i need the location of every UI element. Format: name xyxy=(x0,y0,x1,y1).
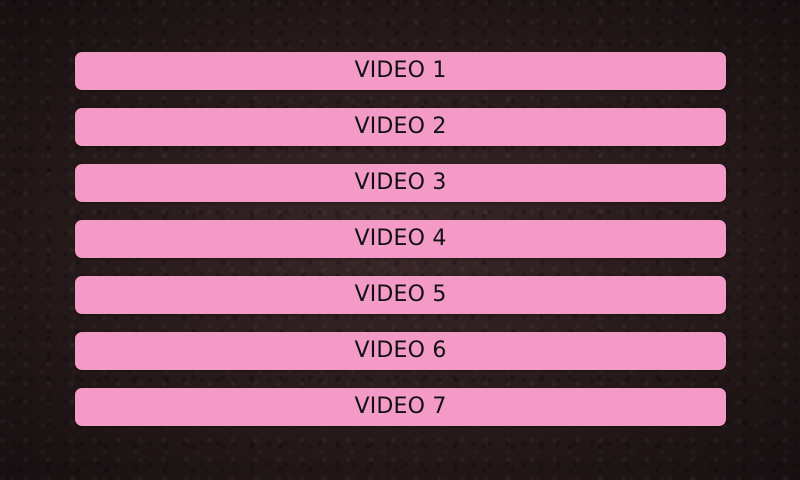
video-6-button[interactable]: VIDEO 6 xyxy=(75,332,726,370)
video-4-button[interactable]: VIDEO 4 xyxy=(75,220,726,258)
video-3-button[interactable]: VIDEO 3 xyxy=(75,164,726,202)
video-list-screen: VIDEO 1 VIDEO 2 VIDEO 3 VIDEO 4 VIDEO 5 … xyxy=(0,0,800,480)
video-button-list: VIDEO 1 VIDEO 2 VIDEO 3 VIDEO 4 VIDEO 5 … xyxy=(75,52,726,426)
video-1-button[interactable]: VIDEO 1 xyxy=(75,52,726,90)
video-7-button[interactable]: VIDEO 7 xyxy=(75,388,726,426)
video-2-button[interactable]: VIDEO 2 xyxy=(75,108,726,146)
video-5-button[interactable]: VIDEO 5 xyxy=(75,276,726,314)
